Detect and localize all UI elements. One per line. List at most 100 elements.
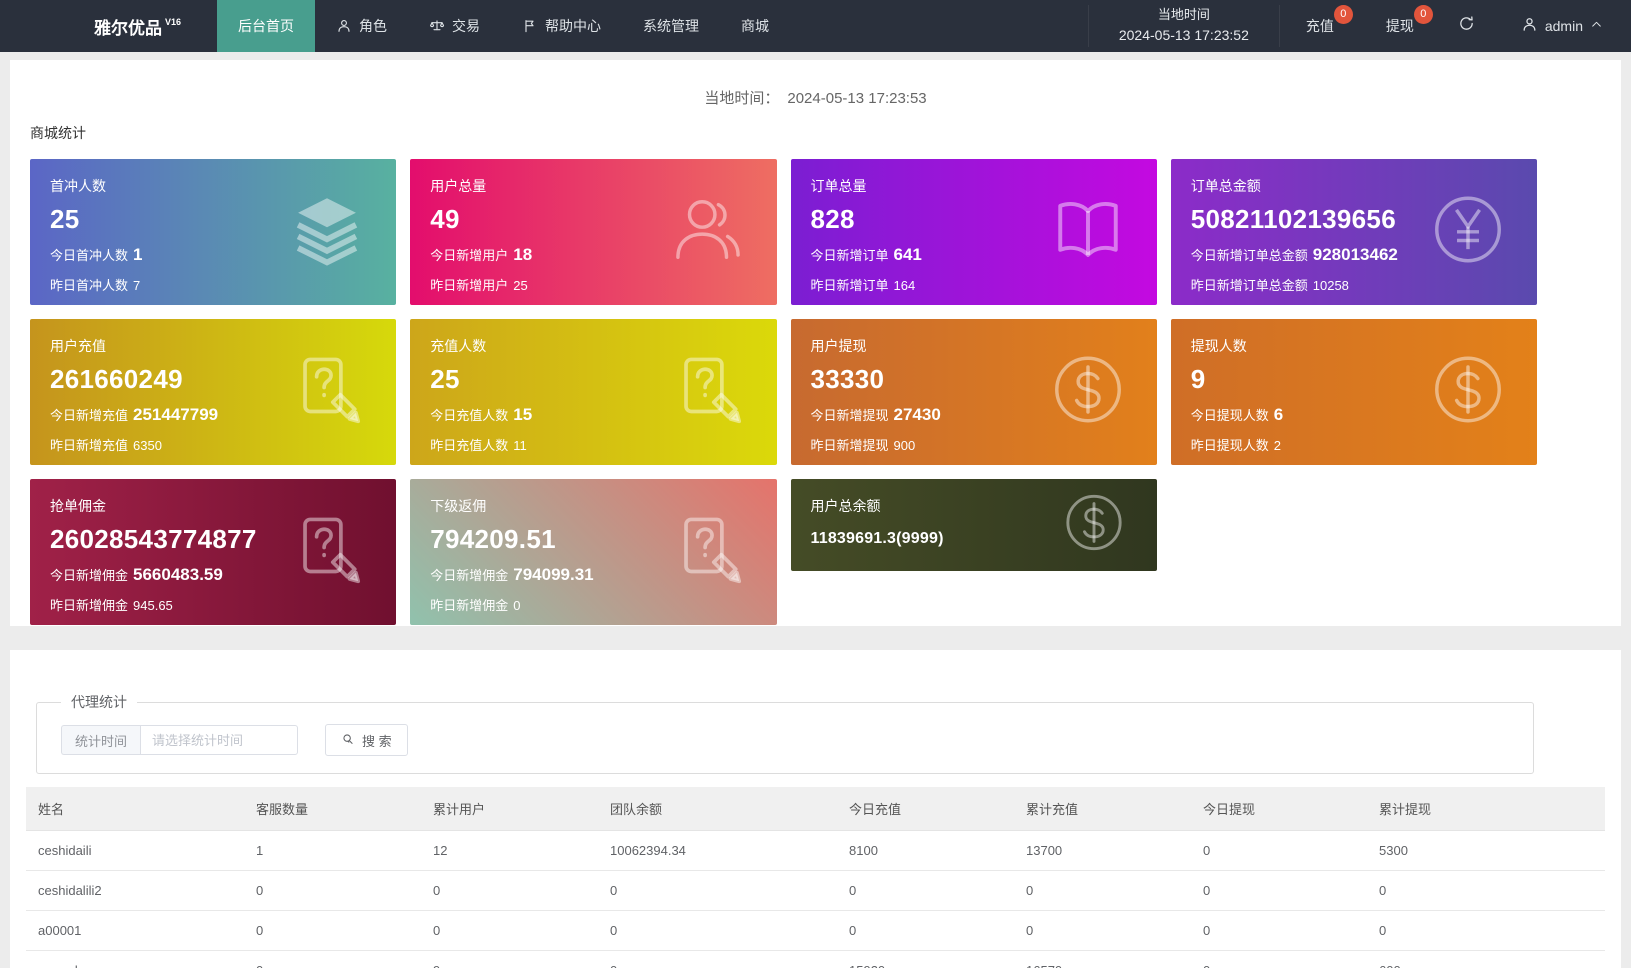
today-value: 15 — [513, 405, 532, 424]
cell-today-recharge: 8100 — [837, 831, 1014, 871]
brand-name: 雅尔优品 — [94, 14, 162, 39]
withdraw-label: 提现 — [1386, 16, 1414, 36]
today-label: 今日新增订单 — [811, 248, 889, 263]
yesterday-label: 昨日提现人数 — [1191, 438, 1269, 453]
cell-name: ceshidalili2 — [26, 871, 244, 911]
agent-stats-fieldset: 代理统计 统计时间 搜 索 — [36, 692, 1534, 774]
cell-today-recharge: 15920 — [837, 951, 1014, 968]
cell-total-withdraw: 0 — [1367, 911, 1605, 951]
today-label: 今日首冲人数 — [50, 248, 128, 263]
stat-card: 下级返佣 794209.51 今日新增佣金794099.31 昨日新增佣金0 — [410, 479, 776, 625]
today-label: 今日新增充值 — [50, 408, 128, 423]
agent-table: 姓名 客服数量 累计用户 团队余额 今日充值 累计充值 今日提现 累计提现 ce… — [26, 787, 1605, 968]
today-label: 今日新增佣金 — [50, 568, 128, 583]
today-value: 928013462 — [1313, 245, 1398, 264]
table-row: mengde 0 9 0 15920 16570 0 600 — [26, 951, 1605, 968]
yesterday-value: 25 — [513, 278, 527, 293]
today-label: 今日新增用户 — [430, 248, 508, 263]
nav-item[interactable]: 交易 — [408, 0, 501, 52]
panel-time-label: 当地时间： — [704, 90, 779, 107]
top-nav: 后台首页 角色 交易 帮助中心 系统管理 商城 — [217, 0, 790, 52]
today-label: 今日新增订单总金额 — [1191, 248, 1308, 263]
stat-card: 用户充值 261660249 今日新增充值251447799 昨日新增充值635… — [30, 319, 396, 465]
brand-version: V16 — [165, 17, 181, 27]
users-icon — [671, 193, 745, 272]
refresh-button[interactable] — [1440, 15, 1493, 37]
today-value: 794099.31 — [513, 565, 593, 584]
doc-icon — [290, 513, 364, 592]
nav-item[interactable]: 帮助中心 — [501, 0, 622, 52]
stat-card-yesterday-line: 昨日新增充值 6350 — [50, 435, 376, 454]
stat-card-yesterday-line: 昨日新增用户25 — [430, 275, 756, 294]
col-service-count: 客服数量 — [244, 787, 421, 831]
nav-item[interactable]: 商城 — [720, 0, 790, 52]
yen-icon — [1431, 193, 1505, 272]
col-today-withdraw: 今日提现 — [1191, 787, 1367, 831]
cell-name: a00001 — [26, 911, 244, 951]
today-label: 今日新增佣金 — [430, 568, 508, 583]
today-value: 6 — [1274, 405, 1283, 424]
cell-today-recharge: 0 — [837, 911, 1014, 951]
dollar-icon — [1051, 353, 1125, 432]
cell-service-count: 0 — [244, 871, 421, 911]
time-filter-label: 统计时间 — [61, 725, 140, 755]
agent-stats-legend: 代理统计 — [61, 692, 137, 712]
cell-team-balance: 0 — [598, 951, 837, 968]
yesterday-value: 900 — [894, 438, 916, 453]
panel-local-time: 当地时间：2024-05-13 17:23:53 — [10, 60, 1621, 108]
nav-item[interactable]: 角色 — [315, 0, 408, 52]
agent-table-body: ceshidaili 1 12 10062394.34 8100 13700 0… — [26, 831, 1605, 968]
book-icon — [1051, 193, 1125, 272]
stat-card: 用户提现 33330 今日新增提现27430 昨日新增提现900 — [791, 319, 1157, 465]
today-value: 641 — [894, 245, 922, 264]
time-filter-input[interactable] — [140, 725, 298, 755]
today-value: 5660483.59 — [133, 565, 223, 584]
search-button[interactable]: 搜 索 — [325, 724, 408, 756]
cell-total-users: 9 — [421, 951, 598, 968]
user-menu[interactable]: admin — [1493, 16, 1631, 36]
cell-total-users: 12 — [421, 831, 598, 871]
cell-total-withdraw: 5300 — [1367, 831, 1605, 871]
dollar-icon — [1431, 353, 1505, 432]
yesterday-label: 昨日新增订单 — [811, 278, 889, 293]
stat-card-yesterday-line: 昨日新增佣金0 — [430, 595, 756, 614]
recharge-button[interactable]: 充值 0 — [1280, 0, 1360, 52]
yesterday-value: 945.65 — [133, 598, 173, 613]
search-icon — [341, 732, 355, 749]
withdraw-button[interactable]: 提现 0 — [1360, 0, 1440, 52]
nav-item[interactable]: 系统管理 — [622, 0, 720, 52]
doc-icon — [671, 513, 745, 592]
cell-service-count: 0 — [244, 911, 421, 951]
cell-today-withdraw: 0 — [1191, 831, 1367, 871]
col-name: 姓名 — [26, 787, 244, 831]
search-button-label: 搜 索 — [362, 731, 392, 750]
stat-card: 订单总金额 50821102139656 今日新增订单总金额928013462 … — [1171, 159, 1537, 305]
yesterday-value: 10258 — [1313, 278, 1349, 293]
yesterday-label: 昨日新增订单总金额 — [1191, 278, 1308, 293]
cell-service-count: 0 — [244, 951, 421, 968]
stat-card-yesterday-line: 昨日新增提现900 — [811, 435, 1137, 454]
filter-row: 统计时间 搜 索 — [61, 724, 1519, 756]
cell-total-recharge: 13700 — [1014, 831, 1191, 871]
cell-today-withdraw: 0 — [1191, 871, 1367, 911]
nav-label: 交易 — [452, 16, 480, 36]
local-time-label: 当地时间 — [1119, 5, 1249, 25]
stat-card-yesterday-line: 昨日新增订单164 — [811, 275, 1137, 294]
cell-total-recharge: 0 — [1014, 911, 1191, 951]
stat-card: 充值人数 25 今日充值人数15 昨日充值人数11 — [410, 319, 776, 465]
today-value: 251447799 — [133, 405, 218, 424]
cell-total-withdraw: 0 — [1367, 871, 1605, 911]
yesterday-value: 0 — [513, 598, 520, 613]
stat-card: 提现人数 9 今日提现人数6 昨日提现人数2 — [1171, 319, 1537, 465]
doc-icon — [671, 353, 745, 432]
yesterday-value: 11 — [513, 438, 527, 453]
local-time-block: 当地时间 2024-05-13 17:23:52 — [1088, 5, 1280, 47]
yesterday-value: 2 — [1274, 438, 1281, 453]
user-icon — [1521, 16, 1538, 36]
stat-card: 用户总余额 11839691.3(9999) — [791, 479, 1157, 571]
nav-item[interactable]: 后台首页 — [217, 0, 315, 52]
stat-card-yesterday-line: 昨日新增佣金945.65 — [50, 595, 376, 614]
yesterday-value: 6350 — [133, 438, 162, 453]
brand-logo: 雅尔优品V16 — [0, 0, 217, 52]
yesterday-label: 昨日新增充值 — [50, 438, 128, 453]
